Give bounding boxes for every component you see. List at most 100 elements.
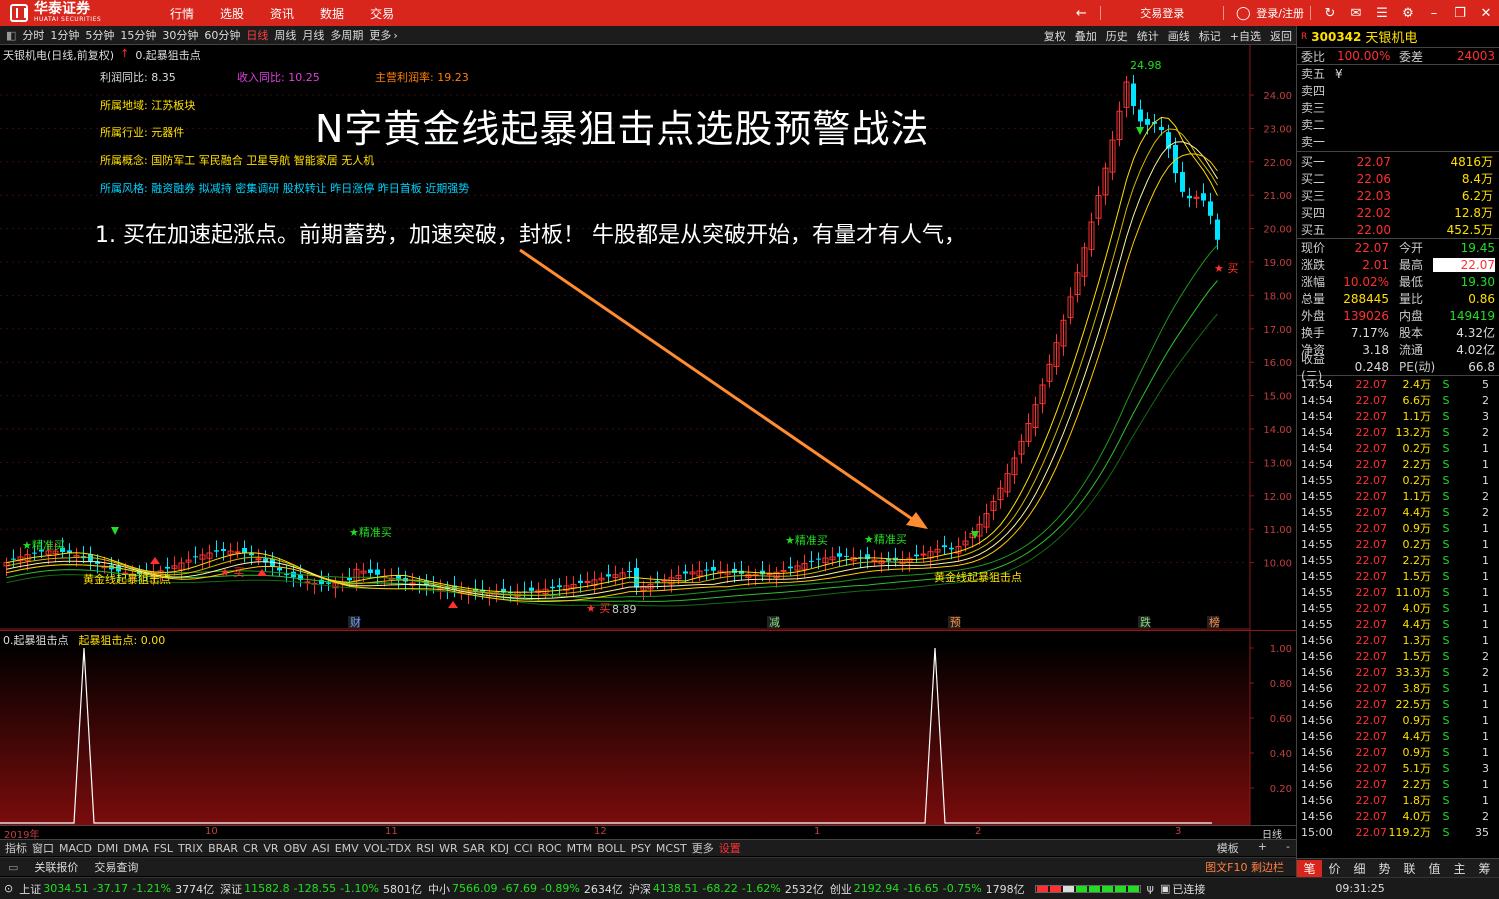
menu-item-trade[interactable]: 交易	[370, 5, 394, 22]
indicator-subchart[interactable]: 1.00 0.80 0.60 0.40 0.20 0.起暴狙击点 起暴狙击点: 0.00	[0, 630, 1296, 825]
indicator-tab[interactable]: RSI	[416, 842, 434, 855]
period-tab-fenshi[interactable]: 分时	[22, 27, 44, 43]
list-icon[interactable]: ☰	[1369, 6, 1395, 21]
tool-mark[interactable]: 标记	[1199, 28, 1221, 44]
kline-chart[interactable]: 24.00 23.00 22.00 21.00 20.00 19.00 18.00 17.00…	[0, 45, 1296, 630]
period-tab-15min[interactable]: 15分钟	[120, 27, 156, 43]
panel-toggle-icon[interactable]: ▭	[4, 861, 22, 874]
quote-tab[interactable]: 联	[1397, 860, 1422, 877]
indicator-tab[interactable]: VR	[263, 842, 278, 855]
indicator-tab[interactable]: DMA	[123, 842, 149, 855]
indicator-tab[interactable]: MTM	[567, 842, 593, 855]
tick-count: 5	[1482, 377, 1489, 391]
quote-tab[interactable]: 细	[1347, 860, 1372, 877]
indicator-tab[interactable]: CR	[243, 842, 258, 855]
tool-stats[interactable]: 统计	[1137, 28, 1159, 44]
sell-row[interactable]: 卖四	[1297, 82, 1499, 99]
sell-row[interactable]: 卖五 ¥	[1297, 65, 1499, 82]
tool-overlay[interactable]: 叠加	[1075, 28, 1097, 44]
buy-row[interactable]: 买四 22.02 12.8万	[1297, 204, 1499, 221]
settings-circle-icon[interactable]: ⊙	[4, 882, 13, 895]
period-tab-5min[interactable]: 5分钟	[85, 27, 114, 43]
indicator-tab[interactable]: VOL-TDX	[364, 842, 412, 855]
indicator-template-button[interactable]: 模板	[1217, 840, 1239, 856]
chevron-right-icon[interactable]: ›	[393, 29, 397, 42]
user-icon[interactable]: ◯	[1230, 6, 1256, 21]
indicator-tab[interactable]: WR	[439, 842, 458, 855]
menu-item-select[interactable]: 选股	[220, 5, 244, 22]
index-name[interactable]: 上证	[19, 881, 41, 897]
period-tab-daily[interactable]: 日线	[246, 27, 268, 43]
indicator-tab[interactable]: 窗口	[32, 840, 54, 856]
menu-item-news[interactable]: 资讯	[270, 5, 294, 22]
indicator-tab[interactable]: FSL	[154, 842, 173, 855]
buy-row[interactable]: 买三 22.03 6.2万	[1297, 187, 1499, 204]
weicha-value: 24003	[1456, 49, 1495, 63]
period-tab-30min[interactable]: 30分钟	[162, 27, 198, 43]
period-tab-more[interactable]: 更多	[369, 27, 391, 43]
index-name[interactable]: 中小	[428, 881, 450, 897]
sell-row[interactable]: 卖二	[1297, 116, 1499, 133]
trade-login-button[interactable]: 交易登录	[1107, 5, 1217, 21]
close-icon[interactable]: ✕	[1473, 6, 1499, 21]
mail-icon[interactable]: ✉	[1343, 6, 1369, 21]
period-tab-multi[interactable]: 多周期	[330, 27, 363, 43]
quote-tab[interactable]: 势	[1372, 860, 1397, 877]
tool-add-watchlist[interactable]: +自选	[1230, 28, 1261, 44]
restore-icon[interactable]: ❐	[1447, 6, 1473, 21]
indicator-tab[interactable]: KDJ	[490, 842, 509, 855]
buy-row[interactable]: 买二 22.06 8.4万	[1297, 170, 1499, 187]
login-register-link[interactable]: 登录/注册	[1256, 5, 1304, 21]
indicator-template-button[interactable]: +	[1258, 840, 1267, 856]
refresh-icon[interactable]: ↻	[1317, 6, 1343, 21]
index-name[interactable]: 沪深	[629, 881, 651, 897]
tool-restore-rights[interactable]: 复权	[1044, 28, 1066, 44]
quote-tab[interactable]: 主	[1447, 860, 1472, 877]
indicator-tab[interactable]: ROC	[538, 842, 562, 855]
menu-item-market[interactable]: 行情	[170, 5, 194, 22]
indicator-tab[interactable]: 更多	[692, 840, 714, 856]
menu-item-data[interactable]: 数据	[320, 5, 344, 22]
tool-return[interactable]: 返回	[1270, 28, 1292, 44]
f10-sidebar-links[interactable]: 图文F10 剩边栏	[1201, 859, 1288, 875]
quote-tab[interactable]: 值	[1422, 860, 1447, 877]
tool-draw[interactable]: 画线	[1168, 28, 1190, 44]
period-tab-weekly[interactable]: 周线	[274, 27, 296, 43]
indicator-tab[interactable]: PSY	[631, 842, 651, 855]
back-arrow-icon[interactable]: ←	[1068, 6, 1094, 21]
quote-tab[interactable]: 价	[1322, 860, 1347, 877]
tab-trade-query[interactable]: 交易查询	[90, 859, 142, 875]
minimize-icon[interactable]: –	[1421, 6, 1447, 21]
indicator-tab[interactable]: MCST	[656, 842, 687, 855]
y-tick-label: 20.00	[1263, 225, 1292, 236]
sell-row[interactable]: 卖一	[1297, 133, 1499, 150]
indicator-template-button[interactable]: -	[1286, 840, 1290, 856]
period-tab-60min[interactable]: 60分钟	[204, 27, 240, 43]
tick-list[interactable]: 14:54 22.07 2.4万 S 5 14:54 22.07 6.6万 S 2 14:54 22.…	[1297, 376, 1499, 840]
indicator-tab[interactable]: BOLL	[597, 842, 625, 855]
indicator-tab[interactable]: 指标	[5, 840, 27, 856]
indicator-tab[interactable]: MACD	[59, 842, 92, 855]
tab-related-quote[interactable]: 关联报价	[30, 859, 82, 875]
indicator-tab[interactable]: TRIX	[178, 842, 203, 855]
index-name[interactable]: 创业	[830, 881, 852, 897]
indicator-tab[interactable]: 设置	[719, 840, 741, 856]
gear-icon[interactable]: ⚙	[1395, 6, 1421, 21]
indicator-tab[interactable]: DMI	[97, 842, 118, 855]
indicator-tab[interactable]: OBV	[284, 842, 307, 855]
buy-row[interactable]: 买一 22.07 4816万	[1297, 153, 1499, 170]
buy-row[interactable]: 买五 22.00 452.5万	[1297, 221, 1499, 238]
indicator-tab[interactable]: BRAR	[208, 842, 238, 855]
window-toggle-icon[interactable]: ◧	[6, 29, 16, 42]
sell-row[interactable]: 卖三	[1297, 99, 1499, 116]
indicator-tab[interactable]: EMV	[335, 842, 359, 855]
indicator-tab[interactable]: SAR	[463, 842, 485, 855]
indicator-tab[interactable]: CCI	[514, 842, 533, 855]
index-name[interactable]: 深证	[220, 881, 242, 897]
quote-tab[interactable]: 筹	[1472, 860, 1497, 877]
quote-tab[interactable]: 笔	[1297, 859, 1322, 877]
period-tab-1min[interactable]: 1分钟	[50, 27, 79, 43]
indicator-tab[interactable]: ASI	[312, 842, 330, 855]
tool-history[interactable]: 历史	[1106, 28, 1128, 44]
period-tab-monthly[interactable]: 月线	[302, 27, 324, 43]
